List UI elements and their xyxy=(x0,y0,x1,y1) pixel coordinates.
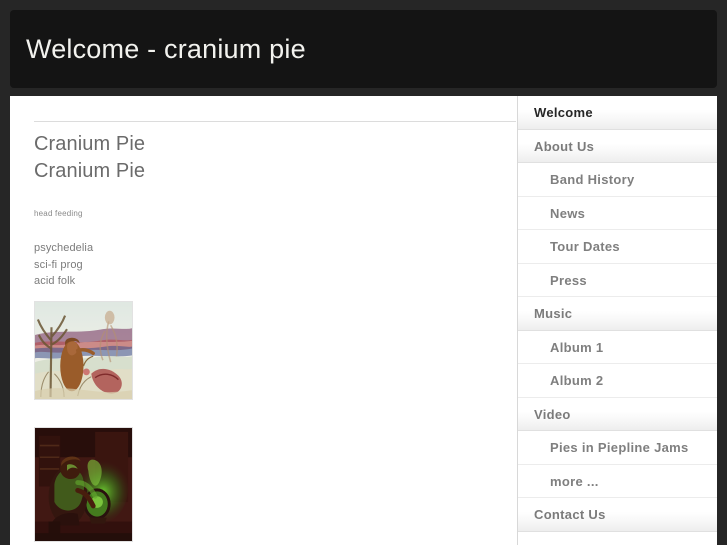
sidebar-item-press[interactable]: Press xyxy=(518,263,717,297)
artist-heading-secondary: Cranium Pie xyxy=(34,160,146,182)
sidebar-item-album-2[interactable]: Album 2 xyxy=(518,364,717,398)
album-cover-1-image xyxy=(34,300,133,400)
content-top-divider xyxy=(34,121,516,122)
sidebar-item-pies-in-piepline-jams[interactable]: Pies in Piepline Jams xyxy=(518,431,717,465)
site-header: Welcome - cranium pie xyxy=(10,10,717,88)
sidebar-item-news[interactable]: News xyxy=(518,196,717,230)
sidebar-item-band-history[interactable]: Band History xyxy=(518,163,717,197)
sidebar-item-about-us[interactable]: About Us xyxy=(518,129,717,163)
page-root: Welcome - cranium pie Cranium Pie Craniu… xyxy=(0,0,727,545)
sidebar-item-music[interactable]: Music xyxy=(518,297,717,331)
sidebar-item-welcome[interactable]: Welcome xyxy=(518,96,717,130)
sidebar-item-album-1[interactable]: Album 1 xyxy=(518,330,717,364)
main-content: Cranium Pie Cranium Pie head feeding psy… xyxy=(10,96,517,545)
sidebar-item-video[interactable]: Video xyxy=(518,397,717,431)
content-panel: Cranium Pie Cranium Pie head feeding psy… xyxy=(10,96,717,545)
artist-heading-primary: Cranium Pie xyxy=(34,133,146,155)
genre-item: sci-fi prog xyxy=(34,258,83,271)
sidebar-item-more[interactable]: more ... xyxy=(518,464,717,498)
sidebar-item-contact-us[interactable]: Contact Us xyxy=(518,498,717,532)
genre-item: acid folk xyxy=(34,275,76,287)
sidebar-item-tour-dates[interactable]: Tour Dates xyxy=(518,230,717,264)
page-title: Welcome - cranium pie xyxy=(26,33,306,64)
sidebar-navigation: Welcome About Us Band History News Tour … xyxy=(517,96,717,545)
genre-item: psychedelia xyxy=(34,242,94,254)
nav-list: Welcome About Us Band History News Tour … xyxy=(518,96,717,532)
album-cover-2-image xyxy=(34,426,133,542)
genre-list: psychedelia sci-fi prog acid folk xyxy=(26,240,499,290)
tagline-text: head feeding xyxy=(34,209,83,218)
